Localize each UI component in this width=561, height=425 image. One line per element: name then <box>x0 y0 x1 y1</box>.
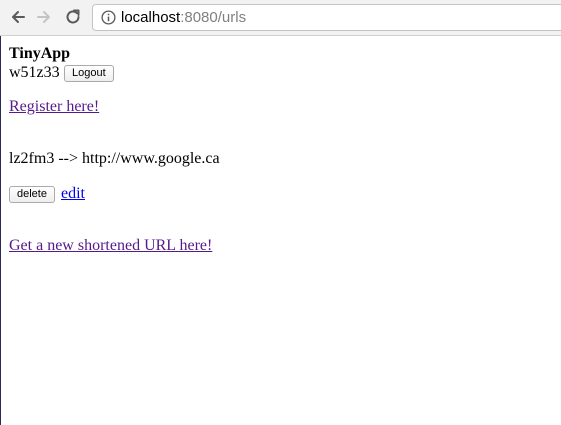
edit-link[interactable]: edit <box>61 184 85 204</box>
app-title: TinyApp <box>9 45 71 62</box>
window-edge <box>0 36 1 425</box>
url-text: localhost:8080/urls <box>121 5 246 30</box>
forward-button[interactable] <box>33 6 55 28</box>
browser-toolbar: localhost:8080/urls <box>0 0 561 36</box>
username: w51z33 <box>9 64 60 81</box>
reload-icon <box>66 9 80 24</box>
reload-button[interactable] <box>62 6 84 28</box>
forward-arrow-icon <box>37 11 50 23</box>
logout-button[interactable]: Logout <box>64 65 114 82</box>
url-host: localhost <box>121 9 181 26</box>
url-entry: lz2fm3 --> http://www.google.ca <box>9 150 220 167</box>
back-button[interactable] <box>7 6 29 28</box>
delete-button[interactable]: delete <box>9 186 55 203</box>
info-icon[interactable] <box>101 10 116 25</box>
url-path: :8080/urls <box>180 9 247 26</box>
register-link[interactable]: Register here! <box>9 97 99 117</box>
address-bar[interactable]: localhost:8080/urls <box>92 4 561 31</box>
new-url-link[interactable]: Get a new shortened URL here! <box>9 236 212 256</box>
back-arrow-icon <box>12 11 25 23</box>
